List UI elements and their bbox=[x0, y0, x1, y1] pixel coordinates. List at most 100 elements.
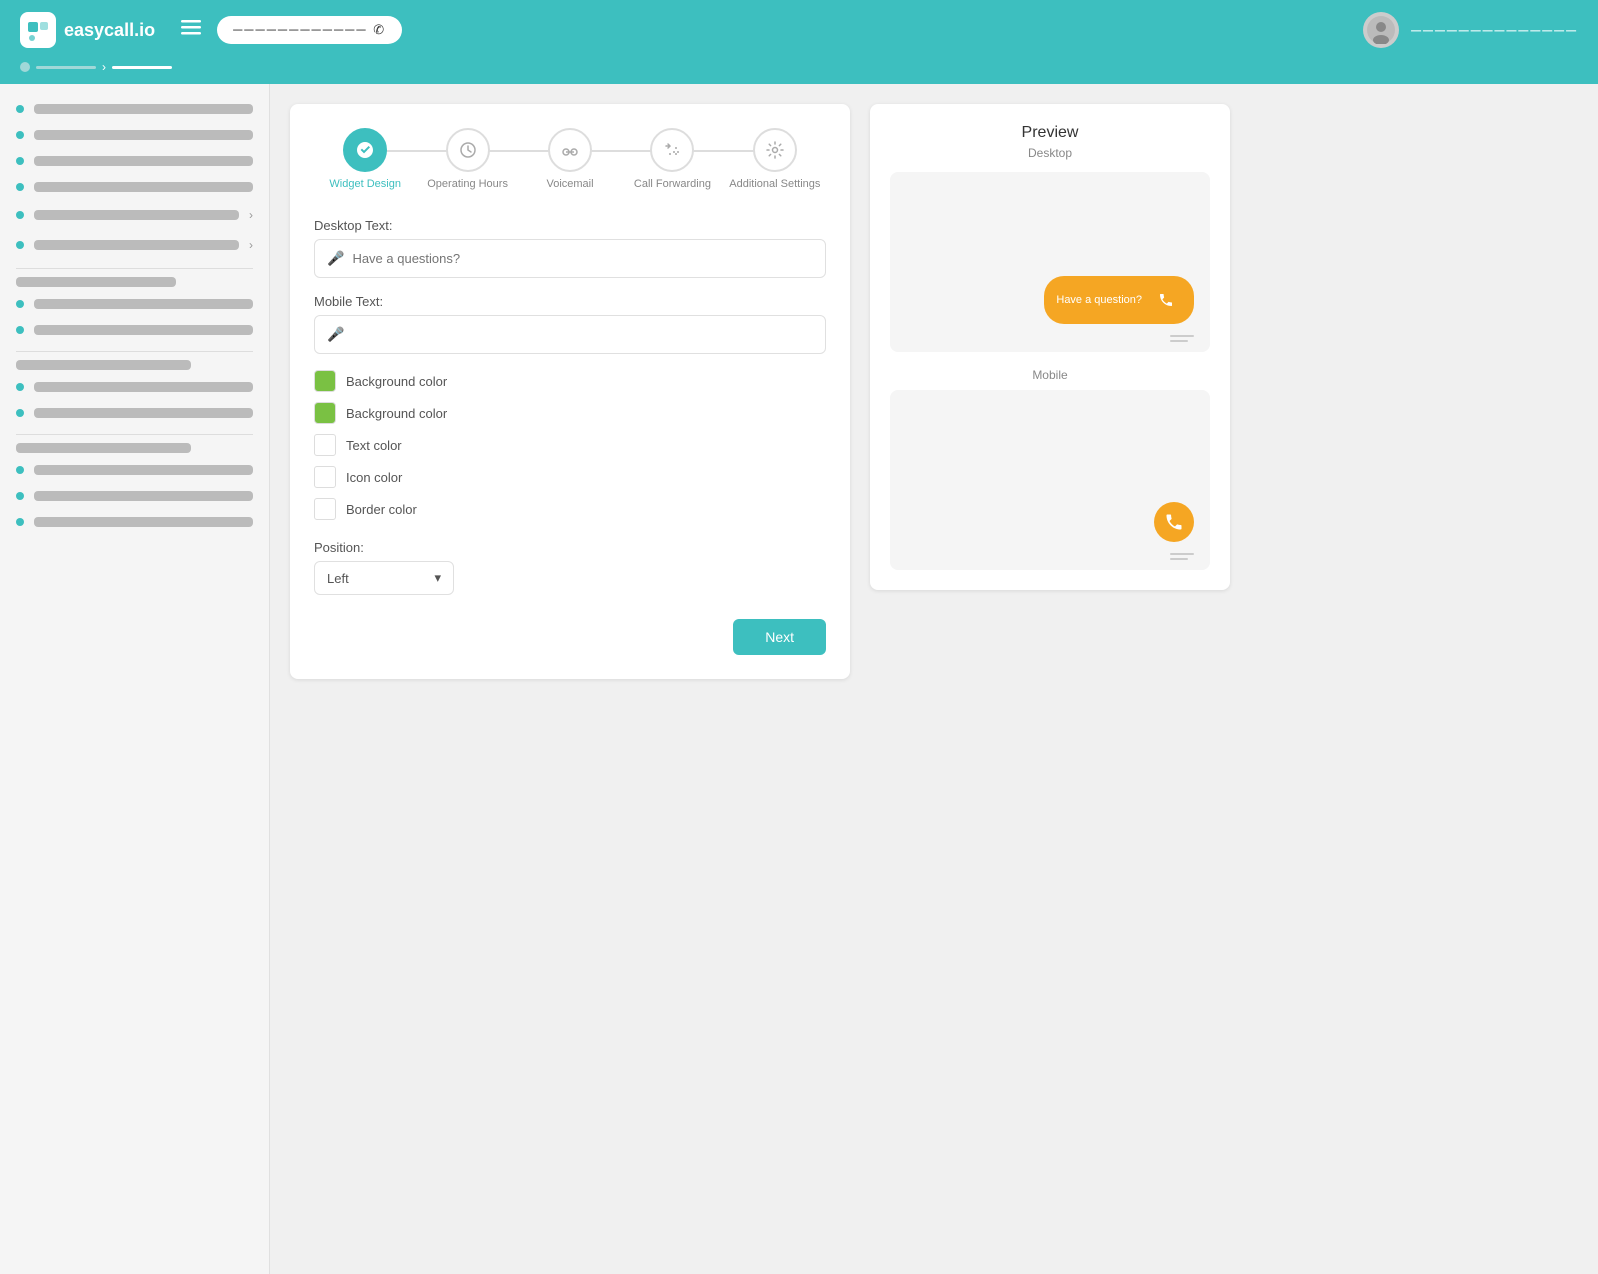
desktop-text-input-wrapper[interactable]: 🎤 bbox=[314, 239, 826, 278]
mobile-text-group: Mobile Text: 🎤 bbox=[314, 294, 826, 354]
step-circle-additional-settings bbox=[753, 128, 797, 172]
preview-widget-desktop: Have a question? bbox=[1044, 276, 1194, 324]
widget-line-mobile-2 bbox=[1170, 558, 1188, 560]
sidebar-item-10[interactable] bbox=[0, 457, 269, 483]
border-color-label: Border color bbox=[346, 502, 417, 517]
bg-color-label-2: Background color bbox=[346, 406, 447, 421]
sidebar-item-0[interactable] bbox=[0, 96, 269, 122]
sidebar-dot bbox=[16, 241, 24, 249]
color-settings: Background color Background color Text c… bbox=[314, 370, 826, 520]
sidebar-group-label bbox=[16, 443, 191, 453]
icon-color-checkbox[interactable] bbox=[314, 466, 336, 488]
sidebar-item-2[interactable] bbox=[0, 148, 269, 174]
user-name: ────────────── bbox=[1411, 22, 1578, 38]
next-button[interactable]: Next bbox=[733, 619, 826, 655]
sidebar-item-3[interactable] bbox=[0, 174, 269, 200]
sidebar-item-7[interactable] bbox=[0, 317, 269, 343]
desktop-text-label: Desktop Text: bbox=[314, 218, 826, 233]
tab-operating-hours[interactable]: Operating Hours bbox=[416, 128, 518, 190]
sidebar-label bbox=[34, 210, 239, 220]
text-color-label: Text color bbox=[346, 438, 402, 453]
breadcrumb-arrow: › bbox=[102, 60, 106, 74]
color-row-text[interactable]: Text color bbox=[314, 434, 826, 456]
color-row-border[interactable]: Border color bbox=[314, 498, 826, 520]
color-row-bg2[interactable]: Background color bbox=[314, 402, 826, 424]
sidebar-divider bbox=[16, 268, 253, 269]
hamburger-icon[interactable] bbox=[181, 17, 201, 43]
sidebar-divider bbox=[16, 434, 253, 435]
text-color-checkbox[interactable] bbox=[314, 434, 336, 456]
desktop-text-group: Desktop Text: 🎤 bbox=[314, 218, 826, 278]
sidebar-item-8[interactable] bbox=[0, 374, 269, 400]
sidebar-item-5[interactable]: › bbox=[0, 230, 269, 260]
mobile-text-input-wrapper[interactable]: 🎤 bbox=[314, 315, 826, 354]
preview-mobile-label: Mobile bbox=[890, 368, 1210, 382]
sidebar-item-6[interactable] bbox=[0, 291, 269, 317]
position-select[interactable]: Left ▾ bbox=[314, 561, 454, 595]
sidebar-label bbox=[34, 465, 253, 475]
preview-desktop: Have a question? bbox=[890, 172, 1210, 352]
sidebar-dot bbox=[16, 409, 24, 417]
tab-voicemail-label: Voicemail bbox=[546, 178, 593, 190]
sidebar-item-12[interactable] bbox=[0, 509, 269, 535]
tab-additional-settings[interactable]: Additional Settings bbox=[724, 128, 826, 190]
widget-bubble: Have a question? bbox=[1044, 276, 1194, 324]
sidebar: › › bbox=[0, 84, 270, 1274]
sidebar-item-4[interactable]: › bbox=[0, 200, 269, 230]
step-circle-call-forwarding bbox=[650, 128, 694, 172]
form-footer: Next bbox=[314, 619, 826, 655]
position-label: Position: bbox=[314, 540, 826, 555]
mobile-text-label: Mobile Text: bbox=[314, 294, 826, 309]
color-row-bg1[interactable]: Background color bbox=[314, 370, 826, 392]
tab-call-forwarding[interactable]: Call Forwarding bbox=[621, 128, 723, 190]
preview-mobile bbox=[890, 390, 1210, 570]
mic-icon: 🎤 bbox=[327, 250, 344, 267]
chevron-right-icon: › bbox=[249, 208, 253, 222]
sidebar-dot bbox=[16, 131, 24, 139]
mic-icon-mobile: 🎤 bbox=[327, 326, 344, 343]
tab-voicemail[interactable]: Voicemail bbox=[519, 128, 621, 190]
sidebar-dot bbox=[16, 492, 24, 500]
main-layout: › › bbox=[0, 84, 1598, 1274]
sidebar-label bbox=[34, 104, 253, 114]
sidebar-item-1[interactable] bbox=[0, 122, 269, 148]
tab-operating-hours-label: Operating Hours bbox=[427, 178, 508, 190]
border-color-checkbox[interactable] bbox=[314, 498, 336, 520]
preview-card: Preview Desktop Have a question? bbox=[870, 104, 1230, 590]
chevron-down-icon: ▾ bbox=[434, 570, 441, 586]
sidebar-dot bbox=[16, 183, 24, 191]
search-bar-text: ──────────── ✆ bbox=[233, 22, 386, 38]
tab-additional-settings-label: Additional Settings bbox=[729, 178, 820, 190]
sidebar-label bbox=[34, 517, 253, 527]
desktop-text-input[interactable] bbox=[352, 251, 813, 266]
position-value: Left bbox=[327, 571, 349, 586]
logo-area: easycall.io bbox=[20, 12, 155, 48]
sidebar-label bbox=[34, 382, 253, 392]
sidebar-dot bbox=[16, 466, 24, 474]
sidebar-item-9[interactable] bbox=[0, 400, 269, 426]
breadcrumb-line-1 bbox=[36, 66, 96, 69]
sidebar-label bbox=[34, 130, 253, 140]
sidebar-dot bbox=[16, 518, 24, 526]
sidebar-divider bbox=[16, 351, 253, 352]
topbar-right: ────────────── bbox=[1363, 12, 1578, 48]
tab-widget-design[interactable]: Widget Design bbox=[314, 128, 416, 190]
sidebar-item-11[interactable] bbox=[0, 483, 269, 509]
sidebar-dot bbox=[16, 300, 24, 308]
sidebar-label bbox=[34, 240, 239, 250]
step-tabs: Widget Design Operating Hours bbox=[314, 128, 826, 190]
widget-lines-desktop bbox=[1170, 335, 1194, 342]
breadcrumb: › bbox=[0, 60, 1598, 84]
position-group: Position: Left ▾ bbox=[314, 540, 826, 595]
bg-color-swatch-1[interactable] bbox=[314, 370, 336, 392]
bg-color-label-1: Background color bbox=[346, 374, 447, 389]
mobile-text-input[interactable] bbox=[352, 327, 813, 342]
widget-bubble-text: Have a question? bbox=[1056, 294, 1142, 306]
sidebar-dot bbox=[16, 211, 24, 219]
color-row-icon[interactable]: Icon color bbox=[314, 466, 826, 488]
bg-color-swatch-2[interactable] bbox=[314, 402, 336, 424]
widget-lines-mobile bbox=[1170, 553, 1194, 560]
breadcrumb-line-2 bbox=[112, 66, 172, 69]
search-bar[interactable]: ──────────── ✆ bbox=[217, 16, 402, 44]
sidebar-dot bbox=[16, 105, 24, 113]
